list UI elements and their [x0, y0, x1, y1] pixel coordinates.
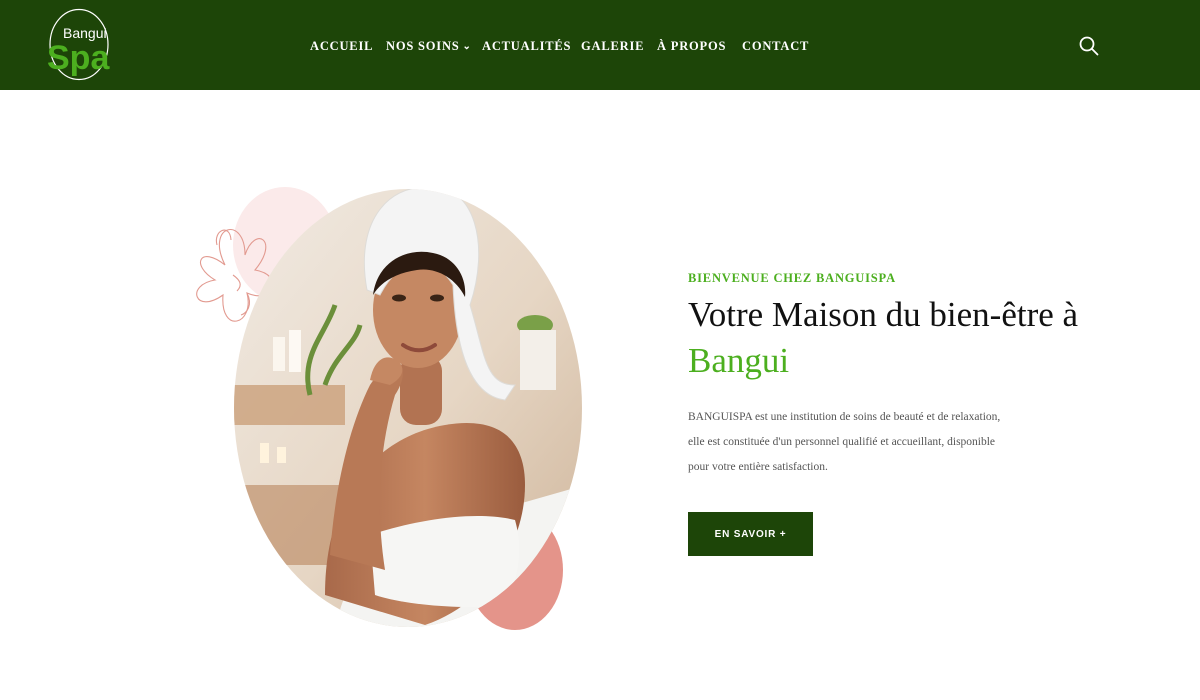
main-nav: ACCUEIL NOS SOINS ⌄ ACTUALITÉS GALERIE À … — [0, 0, 1200, 90]
nav-item-label: NOS SOINS — [386, 39, 460, 53]
chevron-down-icon: ⌄ — [462, 41, 472, 52]
nav-item-contact[interactable]: CONTACT — [742, 38, 809, 54]
nav-item-galerie[interactable]: GALERIE — [581, 38, 644, 54]
nav-item-actualites[interactable]: ACTUALITÉS — [482, 38, 571, 54]
hero-title-main: Votre Maison du bien-être à — [688, 295, 1079, 334]
search-button[interactable] — [1078, 35, 1100, 57]
search-icon — [1079, 36, 1099, 56]
hero-description: BANGUISPA est une institution de soins d… — [688, 411, 1001, 473]
nav-item-label: À PROPOS — [657, 39, 727, 53]
nav-item-accueil[interactable]: ACCUEIL — [310, 38, 373, 54]
nav-item-nos-soins[interactable]: NOS SOINS ⌄ — [386, 38, 472, 54]
nav-item-label: GALERIE — [581, 39, 645, 53]
hero-title: Votre Maison du bien-être à Bangui — [688, 292, 1108, 384]
site-header: Bangui Spa ACCUEIL NOS SOINS ⌄ ACTUALITÉS… — [0, 0, 1200, 90]
nav-item-label: ACCUEIL — [310, 39, 374, 53]
hero-title-accent: Bangui — [688, 341, 790, 380]
nav-item-label: CONTACT — [742, 39, 810, 53]
nav-item-label: ACTUALITÉS — [482, 39, 572, 53]
hero-photo-illustration — [196, 187, 582, 630]
nav-item-a-propos[interactable]: À PROPOS — [657, 38, 726, 54]
learn-more-button[interactable]: EN SAVOIR + — [688, 512, 813, 556]
hero-image — [185, 185, 585, 635]
hero-eyebrow: BIENVENUE CHEZ BANGUISPA — [688, 271, 896, 285]
